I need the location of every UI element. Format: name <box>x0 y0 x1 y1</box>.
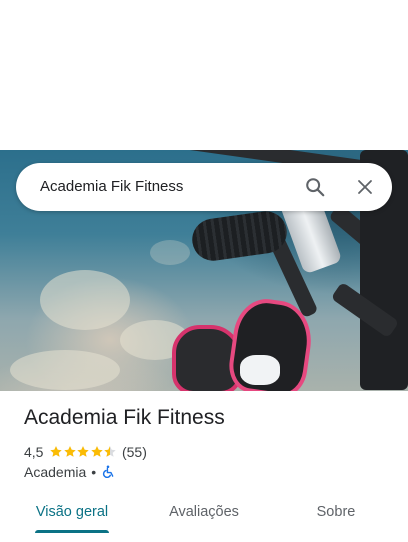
rating-stars <box>49 445 117 459</box>
search-icon <box>306 178 325 197</box>
close-icon <box>358 180 372 194</box>
separator-dot: • <box>91 464 97 480</box>
place-panel: Academia Fik Fitness Academia Fik Fitnes… <box>0 0 408 542</box>
active-tab-indicator <box>35 530 109 533</box>
place-category: Academia <box>24 464 87 480</box>
place-title: Academia Fik Fitness <box>24 406 225 429</box>
star-icon <box>103 445 117 459</box>
review-count[interactable]: (55) <box>122 444 147 460</box>
rating-value: 4,5 <box>24 444 44 460</box>
place-tabs: Visão geral Avaliações Sobre <box>0 492 408 542</box>
wheelchair-icon <box>103 465 114 479</box>
star-icon <box>90 445 104 459</box>
tab-overview[interactable]: Visão geral <box>25 492 119 532</box>
search-box[interactable]: Academia Fik Fitness <box>16 163 392 211</box>
star-icon <box>63 445 77 459</box>
star-icon <box>76 445 90 459</box>
tab-about[interactable]: Sobre <box>296 492 376 532</box>
close-button[interactable] <box>351 173 379 201</box>
search-input[interactable]: Academia Fik Fitness <box>40 163 183 211</box>
category-row: Academia • <box>24 463 115 481</box>
rating-row[interactable]: 4,5 (55) <box>24 443 147 461</box>
tab-reviews[interactable]: Avaliações <box>157 492 251 532</box>
star-icon <box>49 445 63 459</box>
search-button[interactable] <box>301 173 329 201</box>
